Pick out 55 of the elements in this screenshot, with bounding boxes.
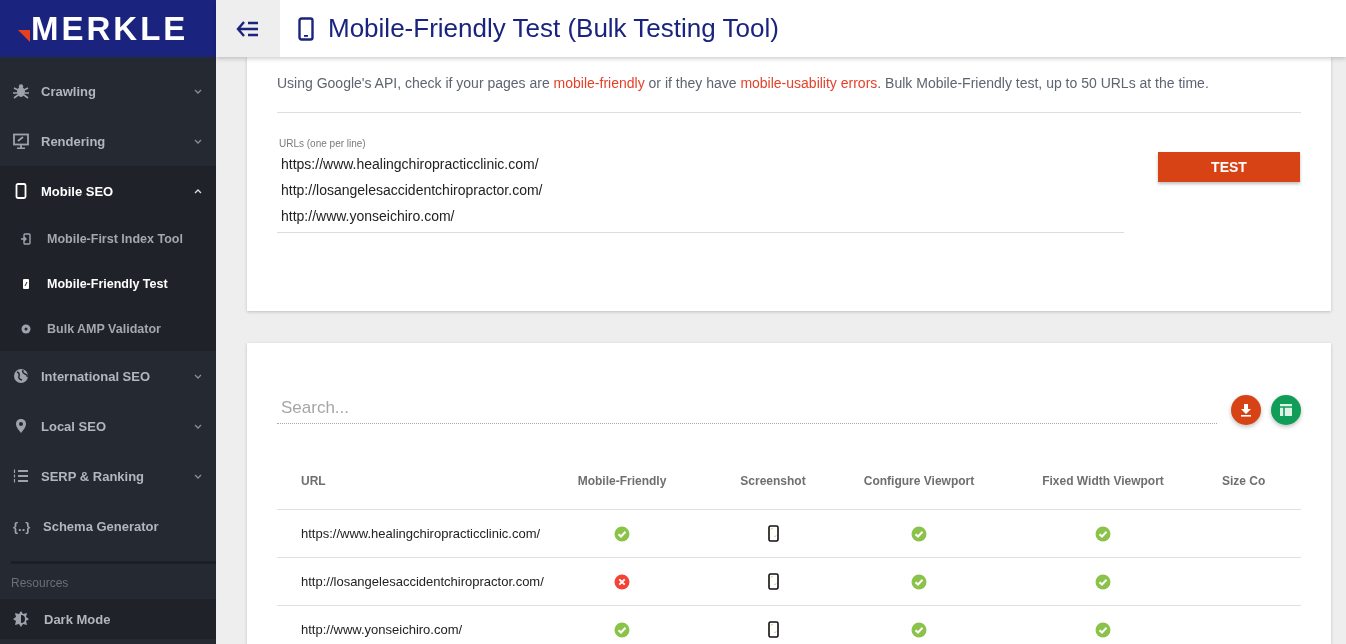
chevron-down-icon	[194, 473, 202, 479]
column-header[interactable]: Size Co	[1217, 453, 1301, 510]
sidebar-item[interactable]: Rendering	[0, 116, 216, 166]
braces-icon: {..}	[13, 518, 31, 534]
sidebar-item[interactable]: SERP & Ranking	[0, 451, 216, 501]
chevron-down-icon	[194, 423, 202, 429]
sidebar-icon	[13, 133, 29, 149]
sidebar-icon	[13, 183, 29, 199]
sidebar-subitem[interactable]: Mobile-First Index Tool	[0, 216, 216, 261]
sidebar-icon	[13, 418, 29, 434]
chevron-up-icon	[194, 188, 202, 194]
chevron-down-icon	[194, 88, 202, 94]
column-header[interactable]: Mobile-Friendly	[547, 453, 697, 510]
column-header[interactable]: Screenshot	[697, 453, 849, 510]
subitem-icon	[20, 322, 32, 335]
collapse-menu-icon	[236, 19, 260, 38]
spreadsheet-button[interactable]	[1271, 395, 1301, 425]
chevron-down-icon	[194, 138, 202, 144]
sidebar-item[interactable]: Mobile SEO	[0, 166, 216, 216]
section-label: Resources	[10, 575, 70, 592]
phone-screenshot-icon	[767, 525, 779, 543]
menu-toggle-button[interactable]	[216, 0, 280, 57]
url-cell: http://losangelesaccidentchiropractor.com/	[277, 557, 547, 606]
urls-field[interactable]: URLs (one per line) https://www.healingchiropracticclinic.com/ http://losangelesaccidentchiropractor.com/ http://www.yonseichiro.com/	[277, 138, 1124, 233]
url-cell: https://www.healingchiropracticclinic.com/	[277, 509, 547, 558]
column-header[interactable]: Fixed Width Viewport	[989, 453, 1217, 510]
page-title: Mobile-Friendly Test (Bulk Testing Tool)	[328, 13, 779, 44]
brand-logo: MERKLE	[18, 12, 189, 45]
description-text: Using Google's API, check if your pages are mobile-friendly or if they have mobile-usability errors. Bulk Mobile-Friendly test, up to 50 URLs at the time.	[277, 75, 1210, 91]
phone-icon	[298, 16, 314, 41]
sidebar-item[interactable]: Local SEO	[0, 401, 216, 451]
download-icon	[1239, 403, 1253, 417]
sidebar-icon	[13, 468, 29, 484]
sidebar-item[interactable]: {..} Schema Generator	[0, 501, 216, 551]
url-cell: http://www.yonseichiro.com/	[277, 605, 547, 644]
subitem-icon	[20, 277, 32, 290]
spreadsheet-icon	[1279, 403, 1293, 417]
subitem-icon	[20, 232, 32, 245]
text-link[interactable]: mobile-friendly	[553, 75, 645, 91]
contrast-icon	[13, 611, 29, 627]
sidebar-subitem[interactable]: Bulk AMP Validator	[0, 306, 216, 351]
test-button[interactable]: TEST	[1158, 152, 1300, 182]
phone-screenshot-icon	[767, 621, 779, 639]
chevron-down-icon	[194, 373, 202, 379]
sidebar-subitem[interactable]: Mobile-Friendly Test	[0, 261, 216, 306]
sidebar-item[interactable]: Crawling	[0, 66, 216, 116]
logo-triangle-icon	[18, 30, 30, 42]
column-header[interactable]: URL	[277, 453, 547, 510]
sidebar-icon	[13, 83, 29, 99]
phone-screenshot-icon	[767, 573, 779, 591]
sidebar-icon	[13, 368, 29, 384]
column-header[interactable]: Configure Viewport	[849, 453, 989, 510]
dark-mode-item[interactable]: Dark Mode	[0, 599, 216, 639]
sidebar-item[interactable]: International SEO	[0, 351, 216, 401]
download-button[interactable]	[1231, 395, 1261, 425]
